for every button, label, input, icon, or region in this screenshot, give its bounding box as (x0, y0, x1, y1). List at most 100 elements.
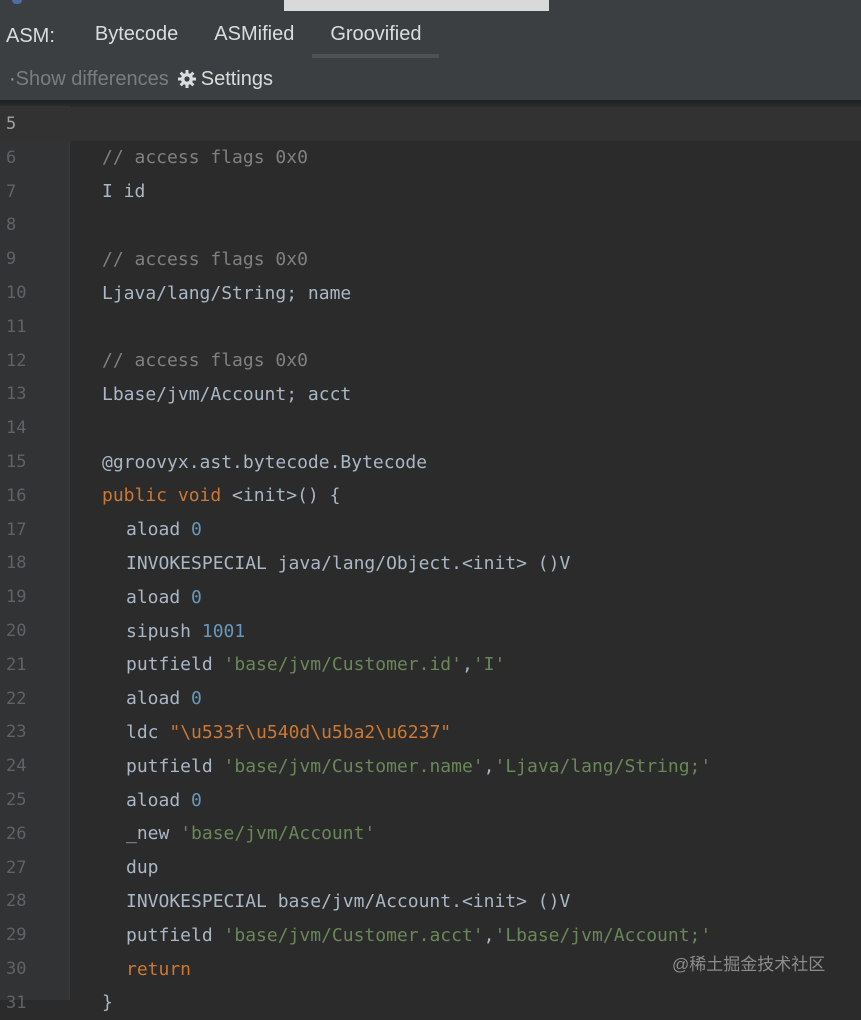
line-number: 29 (6, 925, 27, 946)
code-token: <init>() { (221, 485, 341, 507)
code-token: 'I' (472, 654, 506, 676)
code-token: Ljava/lang/String; name (102, 282, 352, 304)
line-number: 8 (6, 215, 17, 236)
settings-button[interactable]: Settings (177, 68, 273, 91)
code-text: @groovyx.ast.bytecode.Bytecode (102, 452, 427, 473)
code-text: Lbase/jvm/Account; acct (102, 384, 351, 405)
line-number: 11 (6, 316, 27, 337)
line-number: 15 (6, 452, 27, 472)
code-token: Lbase/jvm/Account; acct (102, 383, 352, 405)
tab-bytecode[interactable]: Bytecode (77, 14, 196, 58)
code-token: } (102, 992, 113, 1014)
line-number: 12 (6, 350, 27, 371)
line-number: 28 (6, 891, 27, 912)
code-token: aload (126, 688, 192, 710)
code-line: 17 aload 0 (0, 513, 861, 547)
line-number: 13 (6, 384, 27, 405)
code-token: dup (126, 857, 159, 879)
code-line: 13 Lbase/jvm/Account; acct (0, 377, 861, 411)
code-token: I id (102, 181, 146, 203)
code-token: INVOKESPECIAL base/jvm/Account.<init> ()… (126, 890, 571, 912)
code-text: ldc "\u533f\u540d\u5ba2\u6237" (126, 722, 451, 743)
code-token: public void (102, 485, 222, 507)
code-token: 'base/jvm/Account' (180, 823, 376, 845)
show-differences-toggle[interactable]: ·Show differences (0, 68, 169, 91)
code-token: 0 (191, 519, 202, 541)
code-line: 21 putfield 'base/jvm/Customer.id','I' (0, 648, 861, 682)
code-token: sipush (126, 620, 202, 642)
title-bar-strip (0, 0, 861, 14)
code-line: 16 public void <init>() { (0, 479, 861, 513)
code-token: return (126, 958, 192, 980)
code-line: 7 I id (0, 175, 861, 209)
code-line: 12 // access flags 0x0 (0, 344, 861, 378)
code-line: 8 (0, 208, 861, 242)
code-text: putfield 'base/jvm/Customer.name','Ljava… (126, 756, 711, 777)
line-number: 7 (6, 181, 17, 202)
code-line: 5 (0, 107, 861, 141)
tab-groovified[interactable]: Groovified (312, 14, 440, 58)
code-line: 22 aload 0 (0, 682, 861, 716)
code-text: INVOKESPECIAL java/lang/Object.<init> ()… (126, 553, 570, 574)
code-line: 9 // access flags 0x0 (0, 242, 861, 276)
line-number: 23 (6, 722, 27, 743)
code-token: 'Lbase/jvm/Account;' (494, 924, 712, 946)
line-number: 18 (6, 553, 27, 574)
line-number: 21 (6, 654, 27, 675)
code-line: 24 putfield 'base/jvm/Customer.name','Lja… (0, 749, 861, 783)
code-line: 31} (0, 986, 861, 1020)
code-token: @groovyx.ast.bytecode.Bytecode (102, 451, 428, 473)
code-token: "\u533f\u540d\u5ba2\u6237" (169, 721, 452, 743)
line-number: 10 (6, 283, 27, 303)
line-number: 16 (6, 485, 27, 506)
line-number: 14 (6, 418, 27, 439)
code-text: putfield 'base/jvm/Customer.id','I' (126, 654, 505, 675)
code-text: Ljava/lang/String; name (102, 283, 351, 304)
code-token: putfield (126, 755, 224, 777)
line-number: 17 (6, 519, 27, 540)
code-line: 20 sipush 1001 (0, 614, 861, 648)
code-token: 1001 (201, 620, 246, 642)
code-text: aload 0 (126, 587, 202, 608)
line-number: 22 (6, 688, 27, 709)
code-text: INVOKESPECIAL base/jvm/Account.<init> ()… (126, 891, 570, 912)
gear-icon (177, 70, 196, 88)
code-token: aload (126, 586, 192, 608)
code-text: // access flags 0x0 (102, 249, 308, 270)
code-line: 28 INVOKESPECIAL base/jvm/Account.<init> … (0, 884, 861, 918)
code-token: putfield (126, 654, 224, 676)
code-text: } (102, 992, 113, 1013)
code-token: aload (126, 519, 192, 541)
asm-label: ASM: (6, 24, 55, 47)
code-token: ldc (126, 721, 170, 743)
toolbar: ·Show differences Settings (0, 58, 861, 101)
line-number: 31 (6, 992, 27, 1013)
code-text (69, 114, 80, 135)
line-number: 24 (6, 756, 27, 777)
line-number: 19 (6, 587, 27, 608)
app-icon (12, 0, 22, 4)
code-token: 'base/jvm/Customer.id' (223, 654, 462, 676)
line-number: 27 (6, 857, 27, 878)
code-token: aload (126, 789, 192, 811)
code-line: 29 putfield 'base/jvm/Customer.acct','Lba… (0, 918, 861, 952)
code-line: 25 aload 0 (0, 783, 861, 817)
code-line: 15 @groovyx.ast.bytecode.Bytecode (0, 445, 861, 479)
code-text: aload 0 (126, 688, 202, 709)
code-token: , (483, 755, 495, 777)
code-line: 11 (0, 310, 861, 344)
line-number: 26 (6, 823, 27, 844)
code-editor[interactable]: 5 6 // access flags 0x0 7 I id 8 9 // access f… (0, 106, 861, 1013)
code-line: 26 _new 'base/jvm/Account' (0, 817, 861, 851)
code-text: // access flags 0x0 (102, 350, 308, 371)
code-text: dup (126, 857, 159, 878)
code-token: 0 (191, 789, 202, 811)
tab-asmified[interactable]: ASMified (196, 14, 312, 58)
line-number: 25 (6, 790, 27, 810)
code-line: 10 Ljava/lang/String; name (0, 276, 861, 310)
show-differences-label: Show differences (15, 67, 169, 90)
window-title-pill (284, 0, 549, 11)
code-token: _new (126, 823, 181, 845)
code-text: aload 0 (126, 790, 202, 811)
